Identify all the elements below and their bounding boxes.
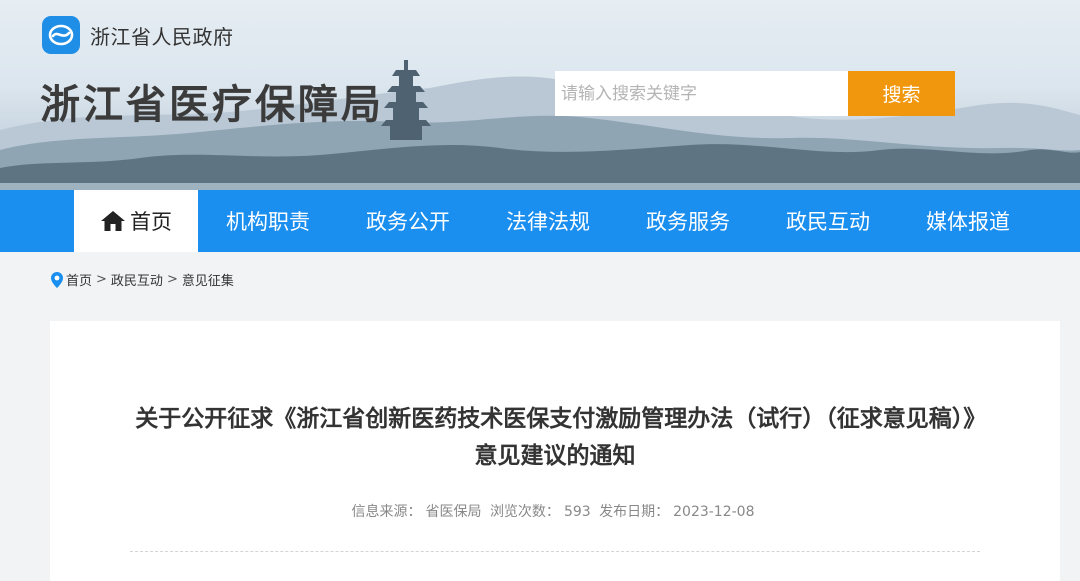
nav-item-public-interaction[interactable]: 政民互动 — [758, 190, 898, 252]
nav-item-media-reports[interactable]: 媒体报道 — [898, 190, 1038, 252]
breadcrumb-separator: > — [96, 272, 107, 287]
zhejiang-gov-logo-icon — [42, 16, 80, 54]
date-label: 发布日期： — [599, 504, 670, 520]
main-nav: 首页 机构职责 政务公开 法律法规 政务服务 政民互动 媒体报道 — [0, 190, 1080, 252]
nav-item-laws-regulations[interactable]: 法律法规 — [478, 190, 618, 252]
views-label: 浏览次数： — [489, 504, 560, 520]
home-icon — [101, 211, 125, 231]
search-input[interactable] — [555, 71, 848, 116]
nav-item-institution-duties[interactable]: 机构职责 — [198, 190, 338, 252]
views-value: 593 — [563, 504, 591, 520]
nav-item-home[interactable]: 首页 — [74, 190, 198, 252]
gov-name: 浙江省人民政府 — [90, 24, 234, 49]
divider — [130, 551, 980, 552]
source-label: 信息来源： — [351, 504, 422, 520]
article-card: 关于公开征求《浙江省创新医药技术医保支付激励管理办法（试行）（征求意见稿）》意见… — [50, 321, 1060, 581]
gov-logo[interactable]: 浙江省人民政府 — [42, 16, 234, 54]
article-title: 关于公开征求《浙江省创新医药技术医保支付激励管理办法（试行）（征求意见稿）》意见… — [135, 406, 975, 469]
breadcrumb-opinion-collection[interactable]: 意见征集 — [182, 270, 234, 289]
location-pin-icon — [51, 271, 63, 288]
article-meta: 信息来源： 省医保局 浏览次数： 593 发布日期： 2023-12-08 — [50, 501, 1060, 521]
header-banner: 浙江省人民政府 浙江省医疗保障局 搜索 — [0, 0, 1080, 190]
breadcrumb: 首页 > 政民互动 > 意见征集 — [50, 270, 234, 289]
date-value: 2023-12-08 — [673, 504, 755, 520]
breadcrumb-separator: > — [166, 272, 178, 287]
nav-item-government-services[interactable]: 政务服务 — [618, 190, 758, 252]
nav-item-government-affairs[interactable]: 政务公开 — [338, 190, 478, 252]
source-value: 省医保局 — [425, 504, 482, 520]
breadcrumb-public-interaction[interactable]: 政民互动 — [111, 270, 163, 289]
site-title: 浙江省医疗保障局 — [40, 82, 384, 128]
search-button[interactable]: 搜索 — [848, 71, 955, 116]
breadcrumb-home[interactable]: 首页 — [66, 270, 92, 289]
nav-item-label: 首页 — [130, 210, 172, 234]
